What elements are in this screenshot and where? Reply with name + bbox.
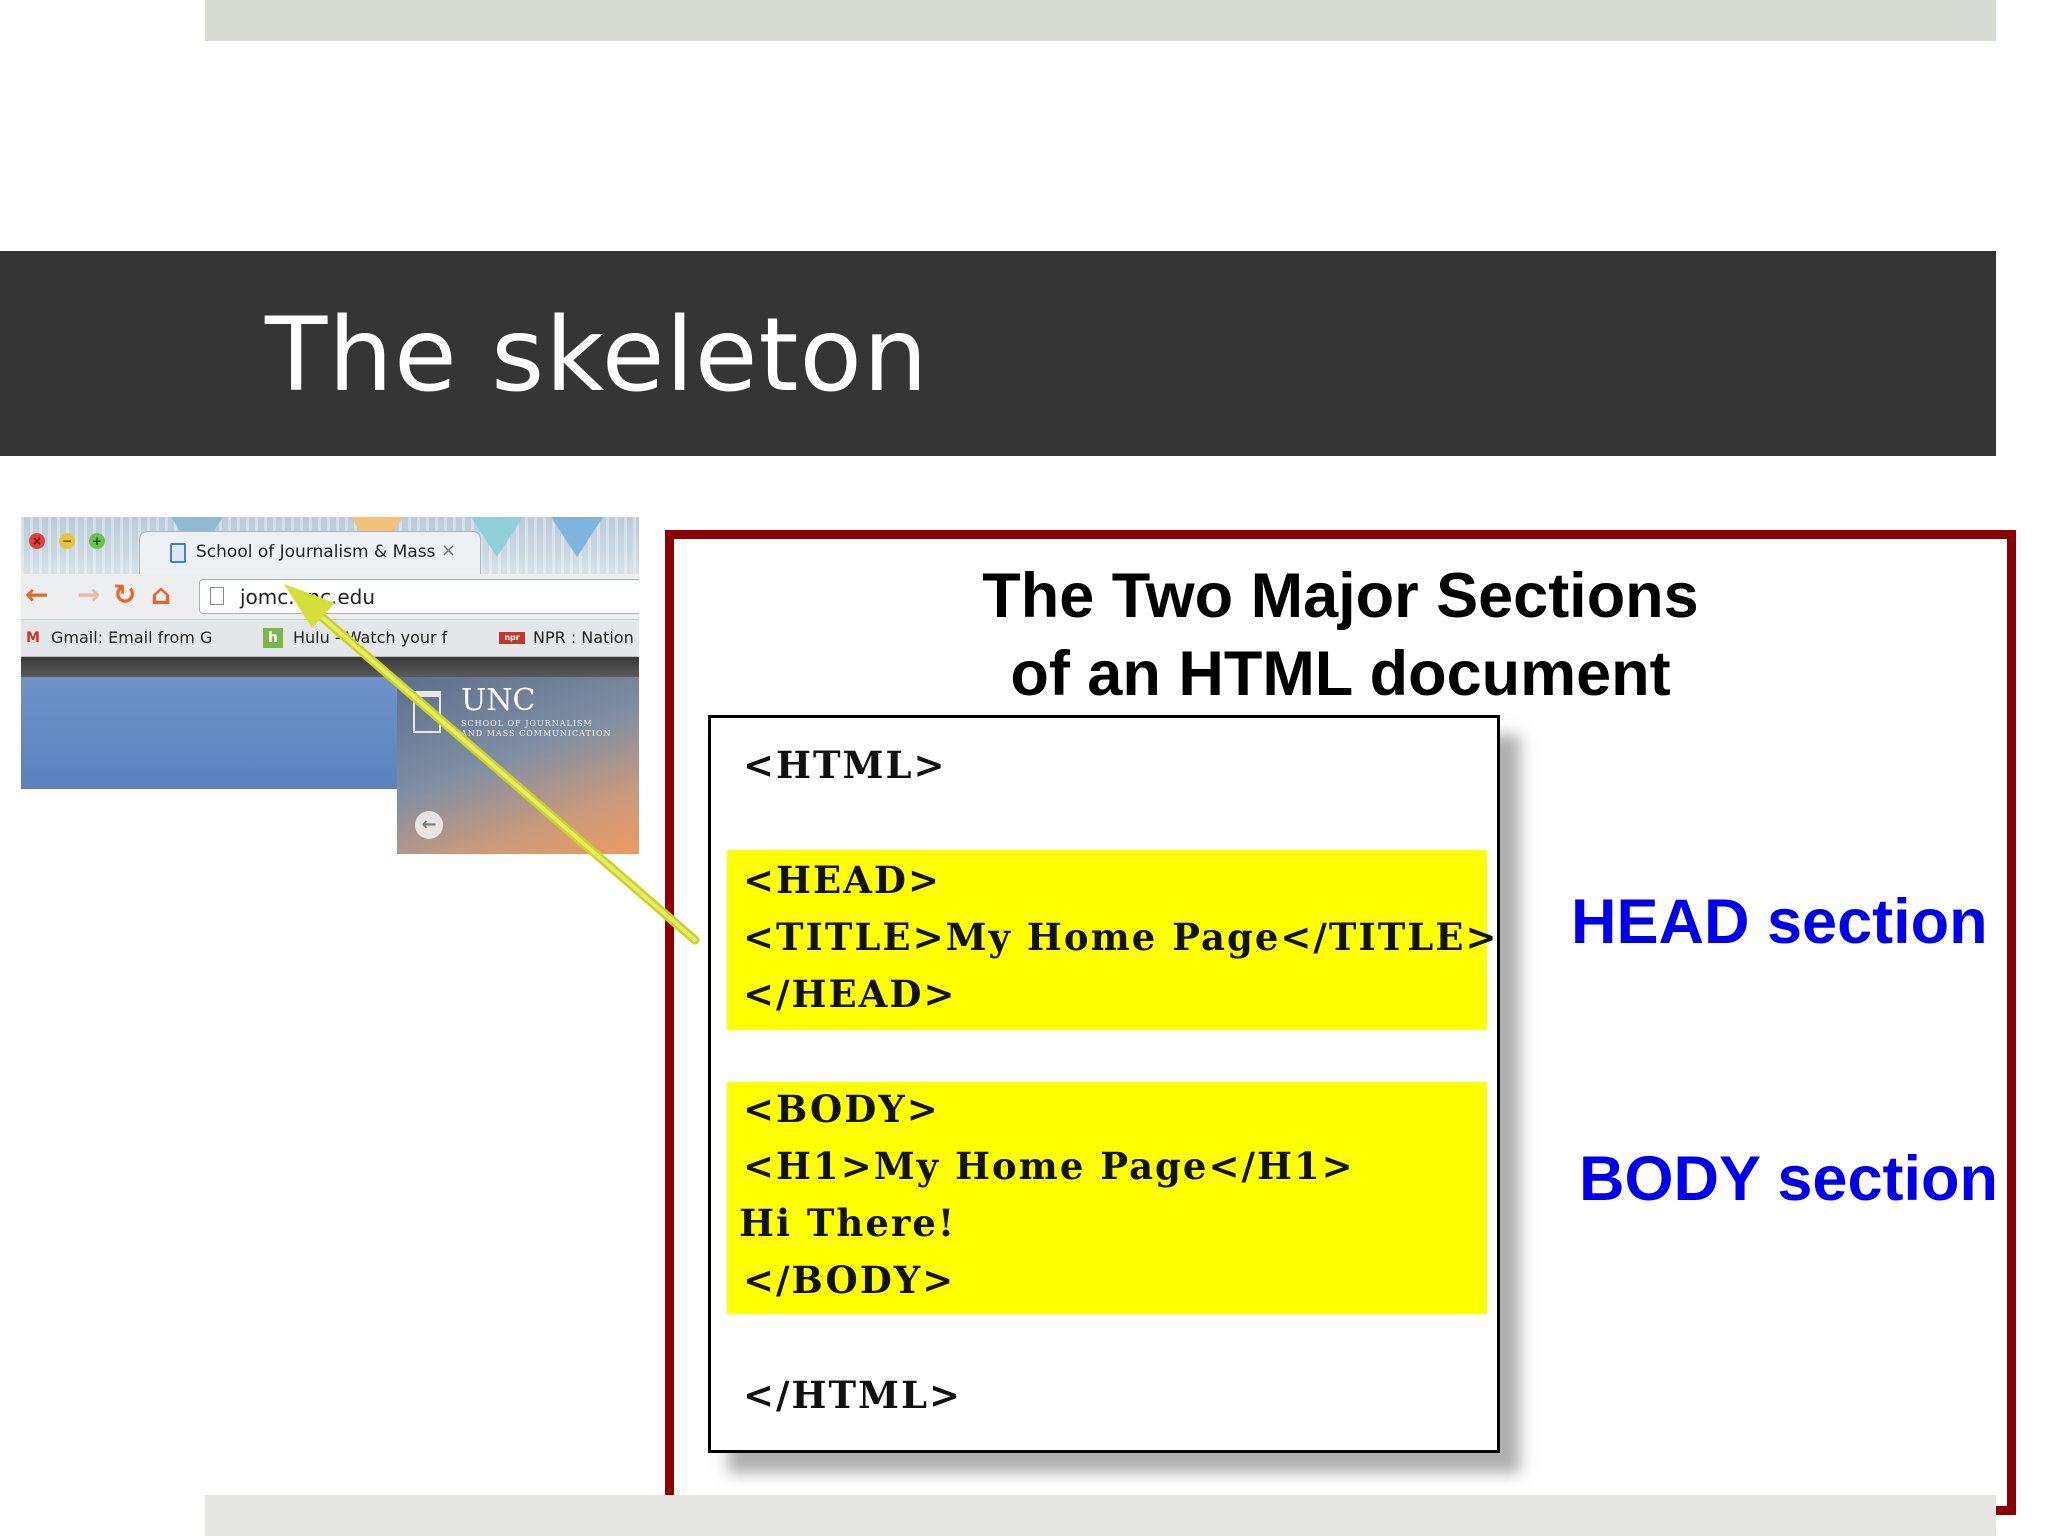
bookmark-hulu[interactable]: Hulu - Watch your f — [293, 628, 447, 647]
site-header-band — [21, 657, 639, 677]
carousel-back-icon[interactable]: ← — [415, 811, 443, 839]
browser-tabstrip: × − + School of Journalism & Mass × — [21, 517, 639, 575]
page-icon — [210, 587, 224, 605]
code-line: </HTML> — [743, 1373, 962, 1417]
bookmarks-bar: M Gmail: Email from G h Hulu - Watch you… — [21, 620, 639, 657]
url-text: jomc.unc.edu — [240, 585, 376, 609]
bottom-decorative-strip — [205, 1495, 1996, 1536]
unc-logo-icon — [413, 691, 441, 733]
bookmark-npr[interactable]: NPR : Nation — [533, 628, 634, 647]
browser-tab[interactable]: School of Journalism & Mass × — [139, 531, 481, 575]
forward-arrow-icon[interactable]: → — [77, 580, 100, 610]
site-subtitle-line: SCHOOL OF JOURNALISM — [461, 719, 593, 728]
site-subtitle-line: AND MASS COMMUNICATION — [461, 729, 612, 738]
slide-title: The skeleton — [265, 296, 929, 415]
site-name: UNC — [461, 683, 536, 718]
page-favicon-icon — [170, 543, 186, 563]
diagram-title-line: of an HTML document — [1010, 639, 1671, 709]
site-blue-banner — [21, 677, 397, 789]
browser-toolbar: ← → ↻ ⌂ jomc.unc.edu — [21, 574, 639, 620]
head-section-label: HEAD section — [1571, 887, 1988, 957]
close-window-icon[interactable]: × — [29, 533, 45, 549]
tab-close-icon[interactable]: × — [441, 540, 456, 561]
tab-label: School of Journalism & Mass — [196, 542, 436, 562]
code-line: <HEAD> — [743, 858, 941, 902]
browser-screenshot: × − + School of Journalism & Mass × ← → … — [21, 517, 639, 854]
code-line: <HTML> — [743, 743, 947, 787]
site-subtitle: SCHOOL OF JOURNALISM AND MASS COMMUNICAT… — [461, 719, 612, 739]
reload-icon[interactable]: ↻ — [113, 580, 136, 610]
diagram-title-line: The Two Major Sections — [982, 561, 1699, 631]
home-icon[interactable]: ⌂ — [151, 580, 171, 610]
maximize-window-icon[interactable]: + — [89, 533, 105, 549]
code-line: <BODY> — [743, 1087, 940, 1131]
code-line: <H1>My Home Page</H1> — [743, 1144, 1355, 1188]
bookmark-gmail[interactable]: Gmail: Email from G — [51, 628, 212, 647]
npr-icon: npr — [499, 632, 525, 644]
tabstrip-pattern — [551, 517, 603, 557]
address-bar[interactable]: jomc.unc.edu — [199, 579, 639, 614]
code-line: </HEAD> — [743, 972, 957, 1016]
gmail-icon: M — [26, 630, 40, 646]
site-hero-image: UNC SCHOOL OF JOURNALISM AND MASS COMMUN… — [397, 677, 639, 854]
minimize-window-icon[interactable]: − — [59, 533, 75, 549]
back-arrow-icon[interactable]: ← — [25, 580, 48, 610]
diagram-frame: The Two Major Sections of an HTML docume… — [665, 530, 2016, 1515]
diagram-title: The Two Major Sections of an HTML docume… — [674, 557, 2007, 713]
code-line: </BODY> — [743, 1258, 956, 1302]
body-section-label: BODY section — [1579, 1144, 1998, 1214]
code-box: <HTML> <HEAD> <TITLE>My Home Page</TITLE… — [708, 715, 1500, 1453]
top-decorative-strip — [205, 0, 1996, 41]
code-line: <TITLE>My Home Page</TITLE> — [743, 915, 1499, 959]
code-line: Hi There! — [739, 1201, 957, 1245]
hulu-icon: h — [263, 628, 283, 648]
